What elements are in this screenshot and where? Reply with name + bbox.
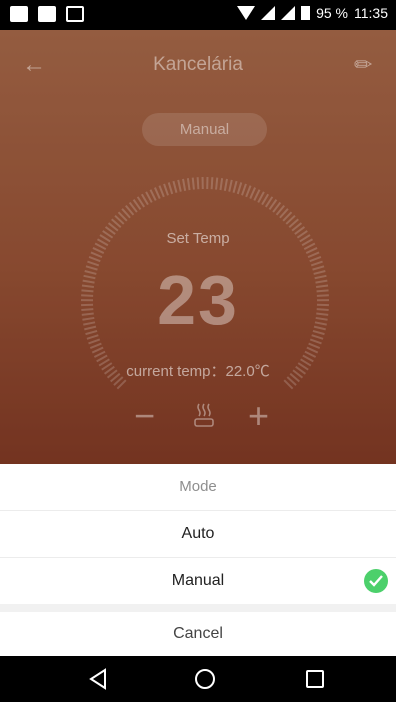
- option-label: Auto: [181, 525, 215, 542]
- page-title: Kancelária: [153, 54, 243, 75]
- thermostat-screen: ← Kancelária ✏ Manual Set Temp 23 curren…: [0, 30, 396, 464]
- dial-tick: [91, 346, 104, 354]
- dial-tick: [241, 183, 247, 196]
- dial-tick: [163, 183, 169, 196]
- robot-icon: [66, 6, 84, 22]
- decrease-button[interactable]: −: [134, 398, 155, 434]
- mode-sheet: Mode Auto Manual Cancel: [0, 464, 396, 656]
- separator: [0, 604, 396, 612]
- dial-tick: [249, 187, 257, 199]
- dial-tick: [92, 247, 105, 254]
- mode-button[interactable]: Manual: [142, 113, 267, 146]
- dial-tick: [88, 338, 101, 345]
- mode-option-auto[interactable]: Auto: [0, 511, 396, 558]
- youtube-icon: [10, 6, 28, 22]
- battery-percent: 95 %: [316, 5, 348, 21]
- check-icon: [364, 569, 388, 593]
- dial-tick: [186, 178, 191, 191]
- dial-tick: [158, 185, 165, 198]
- dial-tick: [257, 191, 265, 203]
- dial-tick: [90, 251, 103, 259]
- dial-tick: [308, 342, 321, 349]
- dial-tick: [232, 180, 238, 193]
- navigation-bar: [0, 656, 396, 702]
- back-icon[interactable]: [85, 667, 111, 691]
- dial-tick: [305, 247, 318, 254]
- dial-tick: [210, 177, 214, 190]
- dial-tick: [245, 185, 252, 198]
- dial-tick: [306, 346, 319, 354]
- dial-tick: [149, 189, 157, 201]
- dial-tick: [93, 350, 106, 358]
- signal-icon-2: [281, 6, 296, 20]
- dial-tick: [307, 251, 320, 259]
- clock: 11:35: [354, 5, 388, 21]
- heating-icon[interactable]: [192, 402, 216, 428]
- dial-tick: [236, 182, 243, 195]
- dial-tick: [191, 177, 195, 190]
- home-icon[interactable]: [192, 667, 218, 691]
- dial-tick: [182, 178, 187, 191]
- dial-tick: [196, 177, 200, 190]
- mode-option-manual[interactable]: Manual: [0, 558, 396, 604]
- dial-tick: [309, 338, 322, 345]
- option-label: Manual: [171, 572, 225, 589]
- status-icons-right: 95 % 11:35: [237, 5, 388, 21]
- current-temp: current temp：22.0℃: [126, 363, 270, 380]
- status-icons-left: [10, 6, 84, 22]
- increase-button[interactable]: +: [248, 398, 269, 434]
- top-bar: ← Kancelária ✏: [0, 52, 396, 82]
- set-temp-value: 23: [157, 261, 239, 339]
- recents-icon[interactable]: [302, 667, 328, 691]
- pencil-icon[interactable]: ✏: [354, 54, 376, 76]
- dial-tick: [177, 179, 182, 192]
- dial-tick: [228, 179, 233, 192]
- status-bar: 95 % 11:35: [0, 0, 396, 30]
- dial-tick: [253, 189, 261, 201]
- dial-tick: [219, 178, 224, 191]
- wifi-icon: [237, 6, 256, 20]
- dial-tick: [172, 180, 178, 193]
- dial-tick: [167, 182, 174, 195]
- sheet-title: Mode: [0, 464, 396, 511]
- dial-tick: [153, 187, 161, 199]
- cancel-button[interactable]: Cancel: [0, 612, 396, 656]
- dial-tick: [215, 177, 219, 190]
- dial-tick: [223, 178, 228, 191]
- dial-tick: [304, 350, 317, 358]
- dial-tick: [145, 191, 153, 203]
- signal-icon: [261, 6, 276, 20]
- gallery-icon: [38, 6, 56, 22]
- dial-tick: [89, 342, 102, 349]
- set-temp-label: Set Temp: [166, 230, 230, 247]
- battery-icon: [301, 6, 311, 20]
